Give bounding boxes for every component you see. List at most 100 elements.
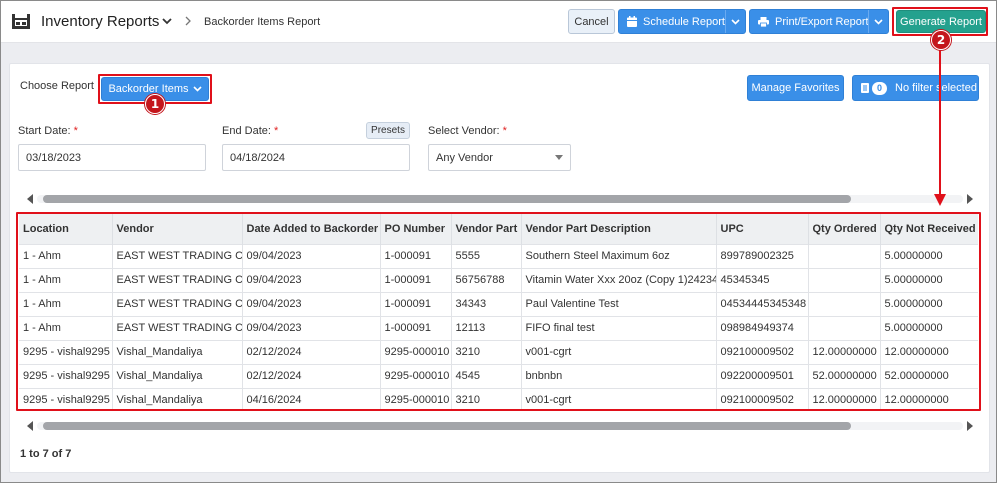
vendor-select[interactable]: Any Vendor [428, 144, 571, 171]
end-date-label-text: End Date: [222, 125, 271, 137]
table-cell: 12.00000000 [880, 387, 978, 411]
table-cell: v001-cgrt [521, 387, 717, 411]
print-export-label: Print/Export Report [775, 15, 869, 28]
step-badge-1: 1 [145, 94, 165, 114]
schedule-report-button[interactable]: Schedule Report [618, 9, 746, 34]
table-cell: 9295-000010 [380, 339, 452, 364]
start-date-label: Start Date: * [18, 125, 78, 137]
table-row[interactable]: 1 - Ahm EAST WEST TRADING CO. 09/04/2023 1-… [19, 315, 978, 340]
column-header[interactable]: Vendor [112, 214, 243, 244]
column-header[interactable]: Vendor Part [451, 214, 522, 244]
table-cell: 1-000091 [380, 267, 452, 292]
table-row[interactable]: 1 - Ahm EAST WEST TRADING CO. 09/04/2023 1-… [19, 267, 978, 292]
table-row[interactable]: 1 - Ahm EAST WEST TRADING CO. 09/04/2023 1-… [19, 291, 978, 316]
scroll-left-icon[interactable] [27, 194, 33, 204]
table-scrollbar-bottom[interactable] [19, 419, 981, 433]
column-header[interactable]: Qty Not Received [880, 214, 978, 244]
scroll-right-icon[interactable] [967, 421, 973, 431]
print-dropdown-toggle[interactable] [868, 10, 888, 33]
table-cell: 1-000091 [380, 291, 452, 316]
table-cell: 5.00000000 [880, 315, 978, 340]
column-header[interactable]: Qty Ordered [808, 214, 881, 244]
end-date-input[interactable]: 04/18/2024 [222, 144, 410, 171]
table-cell: EAST WEST TRADING CO. [112, 243, 243, 268]
table-cell: 9295-000010 [380, 363, 452, 388]
print-export-button[interactable]: Print/Export Report [749, 9, 889, 34]
vendor-label: Select Vendor: * [428, 125, 507, 137]
table-row[interactable]: 1 - Ahm EAST WEST TRADING CO. 09/04/2023 1-… [19, 243, 978, 268]
table-row[interactable]: 9295 - vishal9295 Vishal_Mandaliya 02/12/2… [19, 363, 978, 388]
table-row[interactable]: 9295 - vishal9295 Vishal_Mandaliya 04/16/2… [19, 387, 978, 411]
required-mark: * [273, 125, 279, 137]
chevron-right-icon [185, 16, 191, 26]
table-cell: 9295 - vishal9295 [19, 363, 113, 388]
scroll-thumb[interactable] [43, 195, 851, 203]
filter-count-badge: 0 [872, 81, 888, 95]
table-cell: 4545 [451, 363, 522, 388]
chevron-down-icon [192, 86, 202, 92]
generate-report-label: Generate Report [900, 15, 982, 28]
cancel-button[interactable]: Cancel [568, 9, 615, 34]
table-scrollbar-top[interactable] [19, 192, 981, 206]
table-cell: 12113 [451, 315, 522, 340]
annotation-arrow [934, 50, 946, 206]
scroll-right-icon[interactable] [967, 194, 973, 204]
table-header-row: Location Vendor Date Added to Backorder PO … [19, 214, 978, 244]
column-header[interactable]: Location [19, 214, 113, 244]
vendor-label-text: Select Vendor: [428, 125, 500, 137]
scroll-left-icon[interactable] [27, 421, 33, 431]
table-cell: 09/04/2023 [242, 315, 381, 340]
table-cell: Vitamin Water Xxx 20oz (Copy 1)24234 [521, 267, 717, 292]
table-cell: 09/04/2023 [242, 291, 381, 316]
table-cell: 1 - Ahm [19, 315, 113, 340]
table-cell: 1 - Ahm [19, 291, 113, 316]
pagination-summary: 1 to 7 of 7 [20, 448, 72, 460]
table-cell: Paul Valentine Test [521, 291, 717, 316]
table-cell: 1-000091 [380, 243, 452, 268]
choose-report-value: Backorder Items [108, 83, 189, 95]
table-row[interactable]: 9295 - vishal9295 Vishal_Mandaliya 02/12/2… [19, 339, 978, 364]
manage-favorites-label: Manage Favorites [751, 82, 840, 94]
column-header[interactable]: Date Added to Backorder [242, 214, 381, 244]
table-cell: 1-000091 [380, 315, 452, 340]
table-cell: EAST WEST TRADING CO. [112, 291, 243, 316]
start-date-input[interactable]: 03/18/2023 [18, 144, 206, 171]
column-header[interactable]: PO Number [380, 214, 452, 244]
table-cell: 098984949374 [716, 315, 809, 340]
table-cell: 9295-000010 [380, 387, 452, 411]
end-date-label: End Date: * [222, 125, 278, 137]
table-cell: 5.00000000 [880, 243, 978, 268]
table-cell: 02/12/2024 [242, 363, 381, 388]
table-cell: 34343 [451, 291, 522, 316]
chevron-down-icon [731, 18, 740, 25]
table-cell: bnbnbn [521, 363, 717, 388]
manage-favorites-button[interactable]: Manage Favorites [747, 75, 844, 101]
table-cell: 56756788 [451, 267, 522, 292]
choose-report-label: Choose Report [20, 80, 94, 92]
table-cell: 09/04/2023 [242, 243, 381, 268]
table-cell: 45345345 [716, 267, 809, 292]
table-cell: 9295 - vishal9295 [19, 339, 113, 364]
presets-button[interactable]: Presets [366, 122, 410, 139]
table-cell: 5.00000000 [880, 291, 978, 316]
table-cell: 3210 [451, 339, 522, 364]
filter-button[interactable]: 0 No filter selected [852, 75, 979, 101]
report-table: Location Vendor Date Added to Backorder PO … [19, 214, 978, 411]
schedule-dropdown-toggle[interactable] [725, 10, 745, 33]
start-date-label-text: Start Date: [18, 125, 71, 137]
table-cell: v001-cgrt [521, 339, 717, 364]
table-cell [808, 267, 881, 292]
required-mark: * [73, 125, 78, 137]
table-cell: 52.00000000 [808, 363, 881, 388]
end-date-value: 04/18/2024 [230, 151, 286, 164]
chevron-down-icon[interactable] [161, 15, 173, 27]
column-header[interactable]: UPC [716, 214, 809, 244]
table-cell: 12.00000000 [808, 387, 881, 411]
presets-label: Presets [371, 125, 405, 136]
breadcrumb-current: Backorder Items Report [204, 16, 321, 28]
table-cell: 1 - Ahm [19, 243, 113, 268]
table-body: 1 - Ahm EAST WEST TRADING CO. 09/04/2023 1-… [19, 243, 978, 411]
table-cell: 092100009502 [716, 387, 809, 411]
scroll-thumb[interactable] [43, 422, 851, 430]
column-header[interactable]: Vendor Part Description [521, 214, 717, 244]
